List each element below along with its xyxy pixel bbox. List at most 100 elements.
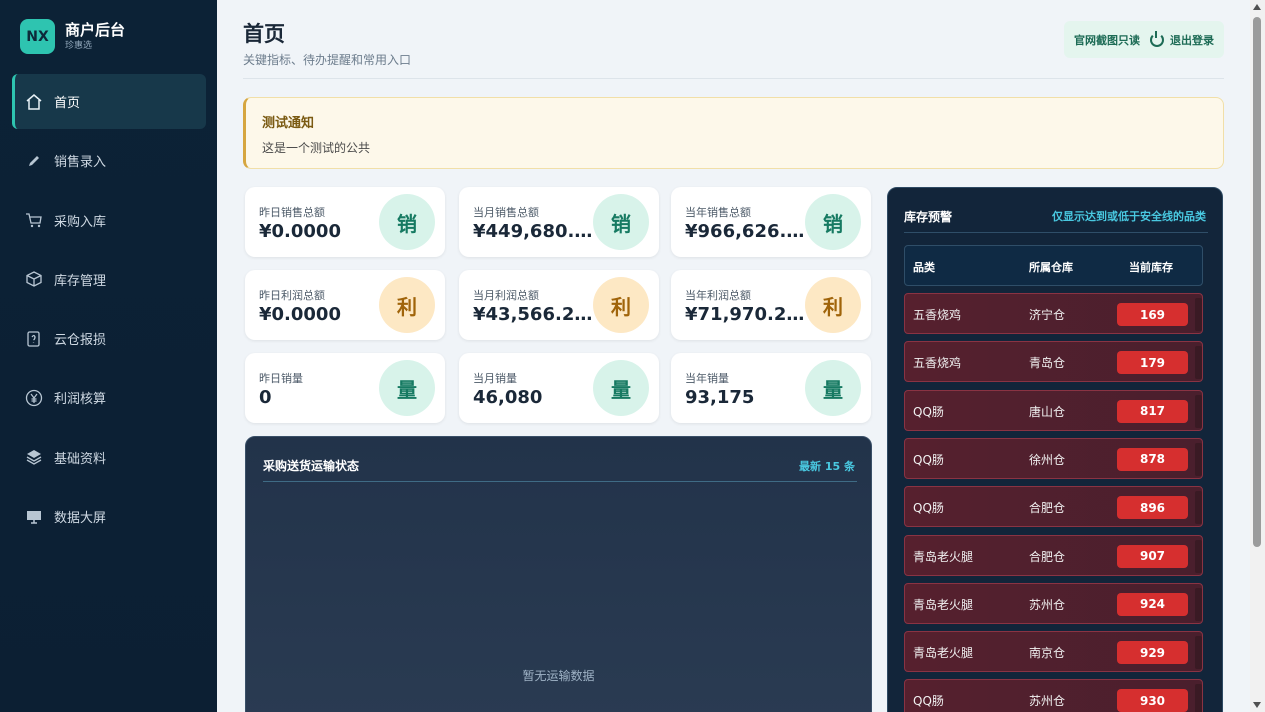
stock-qty-badge: 896	[1117, 496, 1188, 520]
stock-row[interactable]: QQ肠 唐山仓 817	[904, 389, 1203, 431]
stock-row[interactable]: 青岛老火腿 南京仓 929	[904, 631, 1203, 673]
sidebar: NX 商户后台 珍惠选 首页 销售录入 采购入库 库存管理 云仓报损 利润核算 …	[0, 0, 217, 712]
stock-row[interactable]: QQ肠 徐州仓 878	[904, 437, 1203, 479]
stock-row[interactable]: QQ肠 合肥仓 896	[904, 486, 1203, 528]
kpi-card-year-qty: 当年销量 93,175 量	[671, 353, 871, 423]
sidebar-item-purchase[interactable]: 采购入库	[12, 193, 206, 248]
page-title: 首页	[243, 22, 285, 46]
kpi-value: 0	[259, 387, 272, 408]
screen-icon	[25, 508, 43, 526]
logout-button[interactable]: 退出登录	[1170, 32, 1214, 48]
scroll-up-icon[interactable]	[1253, 4, 1261, 10]
stock-category: QQ肠	[913, 694, 944, 709]
stock-warehouse: 苏州仓	[1029, 597, 1066, 612]
stock-row[interactable]: 青岛老火腿 苏州仓 924	[904, 582, 1203, 624]
shipping-count: 最新 15 条	[799, 460, 855, 473]
sidebar-item-label: 采购入库	[54, 214, 107, 230]
sales-badge-icon: 销	[805, 194, 861, 250]
notice-body: 这是一个测试的公共	[262, 141, 371, 155]
yen-icon	[25, 389, 43, 407]
header-actions: 官网截图只读 退出登录	[1064, 21, 1224, 58]
stock-warehouse: 合肥仓	[1029, 501, 1066, 516]
kpi-value: ¥966,626.…	[685, 221, 805, 242]
kpi-card-month-sales: 当月销售总额 ¥449,680.… 销	[459, 187, 659, 257]
kpi-label: 当月利润总额	[473, 289, 539, 302]
header-qty: 当前库存	[1129, 261, 1173, 274]
stock-category: 五香烧鸡	[913, 356, 962, 371]
sidebar-item-label: 基础资料	[54, 451, 107, 467]
brand[interactable]: NX 商户后台 珍惠选	[20, 19, 125, 54]
stock-category: QQ肠	[913, 404, 944, 419]
sidebar-item-data-screen[interactable]: 数据大屏	[12, 489, 206, 544]
stock-category: 青岛老火腿	[913, 597, 974, 612]
box-icon	[25, 270, 43, 288]
sidebar-item-label: 销售录入	[54, 155, 107, 171]
stock-category: QQ肠	[913, 501, 944, 516]
kpi-card-month-profit: 当月利润总额 ¥43,566.2… 利	[459, 270, 659, 340]
sidebar-item-basic-data[interactable]: 基础资料	[12, 430, 206, 485]
sidebar-item-inventory[interactable]: 库存管理	[12, 252, 206, 307]
profit-badge-icon: 利	[379, 277, 435, 333]
kpi-label: 当年利润总额	[685, 289, 751, 302]
quantity-badge-icon: 量	[379, 360, 435, 416]
shipping-title: 采购送货运输状态	[263, 459, 360, 473]
kpi-value: ¥0.0000	[259, 221, 341, 242]
report-icon	[25, 330, 43, 348]
kpi-value: 46,080	[473, 387, 543, 408]
stock-qty-badge: 924	[1117, 592, 1188, 616]
power-icon	[1150, 30, 1164, 47]
layers-icon	[25, 448, 43, 466]
stock-warehouse: 南京仓	[1029, 646, 1066, 661]
kpi-label: 当月销售总额	[473, 206, 539, 219]
kpi-label: 当年销量	[685, 372, 729, 385]
sidebar-item-sales-entry[interactable]: 销售录入	[12, 133, 206, 188]
kpi-label: 当年销售总额	[685, 206, 751, 219]
sidebar-item-profit[interactable]: 利润核算	[12, 370, 206, 425]
stock-row[interactable]: 五香烧鸡 青岛仓 179	[904, 341, 1203, 383]
sidebar-item-label: 库存管理	[54, 273, 107, 289]
stock-qty-badge: 929	[1117, 641, 1188, 665]
sales-badge-icon: 销	[593, 194, 649, 250]
header-divider	[243, 78, 1224, 79]
brand-title: 商户后台	[65, 21, 126, 39]
stock-category: QQ肠	[913, 452, 944, 467]
stock-warehouse: 苏州仓	[1029, 694, 1066, 709]
sidebar-item-label: 云仓报损	[54, 333, 107, 349]
scroll-down-icon[interactable]	[1253, 702, 1261, 708]
stock-category: 五香烧鸡	[913, 308, 962, 322]
stock-warehouse: 青岛仓	[1029, 356, 1066, 371]
stock-row[interactable]: 青岛老火腿 合肥仓 907	[904, 534, 1203, 576]
sidebar-item-label: 数据大屏	[54, 511, 107, 527]
stock-category: 青岛老火腿	[913, 646, 974, 661]
stock-row[interactable]: QQ肠 苏州仓 930	[904, 679, 1203, 712]
brand-logo: NX	[20, 19, 55, 54]
stock-qty-badge: 930	[1117, 689, 1188, 712]
brand-subtitle: 珍惠选	[65, 41, 93, 51]
page-subtitle: 关键指标、待办提醒和常用入口	[243, 53, 412, 67]
shipping-empty-text: 暂无运输数据	[522, 669, 595, 683]
sidebar-item-home[interactable]: 首页	[12, 74, 206, 129]
kpi-label: 昨日销售总额	[259, 206, 325, 219]
stock-row[interactable]: 五香烧鸡 济宁仓 169	[904, 293, 1203, 334]
kpi-label: 昨日利润总额	[259, 289, 325, 302]
kpi-card-yesterday-sales: 昨日销售总额 ¥0.0000 销	[245, 187, 445, 257]
sidebar-item-cloud-loss[interactable]: 云仓报损	[12, 311, 206, 366]
stock-warehouse: 唐山仓	[1029, 404, 1066, 419]
kpi-card-year-profit: 当年利润总额 ¥71,970.2… 利	[671, 270, 871, 340]
notice-banner: 测试通知 这是一个测试的公共	[243, 97, 1224, 169]
stock-qty-badge: 817	[1117, 399, 1188, 423]
page-scrollbar[interactable]	[1250, 0, 1265, 712]
stock-warehouse: 合肥仓	[1029, 549, 1066, 564]
kpi-card-yesterday-qty: 昨日销量 0 量	[245, 353, 445, 423]
home-icon	[25, 93, 43, 111]
sidebar-nav: 首页 销售录入 采购入库 库存管理 云仓报损 利润核算 基础资料 数据大屏	[12, 74, 206, 548]
kpi-value: ¥43,566.2…	[473, 304, 593, 325]
kpi-value: ¥71,970.2…	[685, 304, 805, 325]
profit-badge-icon: 利	[805, 277, 861, 333]
quantity-badge-icon: 量	[593, 360, 649, 416]
scroll-thumb[interactable]	[1253, 17, 1261, 547]
stock-qty-badge: 907	[1117, 544, 1188, 568]
stock-category: 青岛老火腿	[913, 549, 974, 564]
stock-title: 库存预警	[904, 210, 953, 224]
kpi-label: 昨日销量	[259, 372, 303, 385]
